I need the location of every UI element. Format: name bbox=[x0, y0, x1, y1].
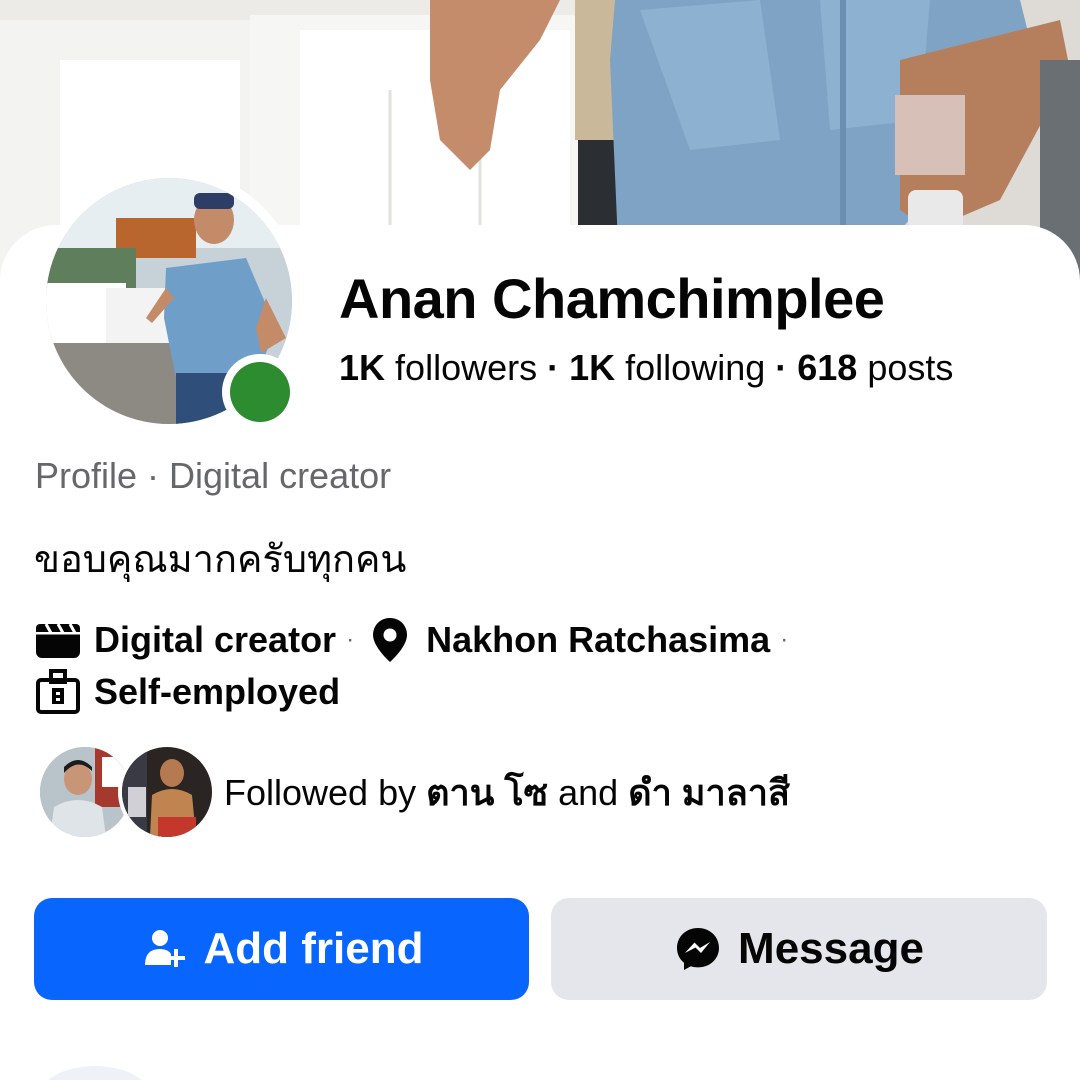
details-row: Self-employed bbox=[34, 667, 340, 717]
message-label: Message bbox=[738, 924, 924, 973]
mutual-followers-text: Followed by ตาน โซ and ดำ มาลาสี bbox=[224, 764, 790, 821]
profile-name: Anan Chamchimplee bbox=[339, 267, 885, 330]
followers-count[interactable]: 1K bbox=[339, 347, 385, 388]
details-row: Digital creator · Nakhon Ratchasima · bbox=[34, 615, 800, 665]
location-pin-icon bbox=[366, 616, 414, 664]
briefcase-icon bbox=[34, 668, 82, 716]
posts-label: posts bbox=[867, 347, 954, 388]
followers-label[interactable]: followers bbox=[395, 347, 537, 388]
add-friend-label: Add friend bbox=[203, 924, 424, 973]
mutual-prefix: Followed by bbox=[224, 771, 417, 813]
profile-subtitle: Profile · Digital creator bbox=[35, 455, 392, 496]
work-text: Self-employed bbox=[94, 671, 341, 712]
mutual-avatar[interactable] bbox=[118, 743, 216, 841]
details-separator: · bbox=[346, 626, 355, 653]
mutual-conjunction: and bbox=[558, 771, 619, 813]
online-status-indicator bbox=[222, 354, 298, 430]
details-separator: · bbox=[780, 626, 789, 653]
stats-separator: · bbox=[775, 347, 788, 388]
location-text[interactable]: Nakhon Ratchasima bbox=[426, 619, 770, 661]
mutual-followers[interactable]: Followed by ตาน โซ and ดำ มาลาสี bbox=[36, 743, 790, 841]
profile-stats: 1K followers · 1K following · 618 posts bbox=[339, 347, 953, 389]
online-status-dot bbox=[230, 362, 290, 422]
profile-screen: Anan Chamchimplee 1K followers · 1K follow… bbox=[0, 0, 1080, 1080]
following-count[interactable]: 1K bbox=[569, 347, 615, 388]
stats-separator: · bbox=[547, 347, 560, 388]
following-label[interactable]: following bbox=[625, 347, 765, 388]
add-person-icon bbox=[140, 925, 188, 973]
messenger-icon bbox=[674, 925, 722, 973]
mutual-person-2[interactable]: ดำ มาลาสี bbox=[628, 772, 790, 813]
add-friend-button[interactable]: Add friend bbox=[34, 898, 529, 1000]
clapperboard-icon bbox=[34, 616, 82, 664]
mutual-person-1[interactable]: ตาน โซ bbox=[426, 772, 548, 813]
message-button[interactable]: Message bbox=[551, 898, 1047, 1000]
posts-count: 618 bbox=[797, 347, 858, 388]
category-text: Digital creator bbox=[94, 619, 337, 660]
profile-bio: ขอบคุณมากครับทุกคน bbox=[34, 539, 407, 581]
